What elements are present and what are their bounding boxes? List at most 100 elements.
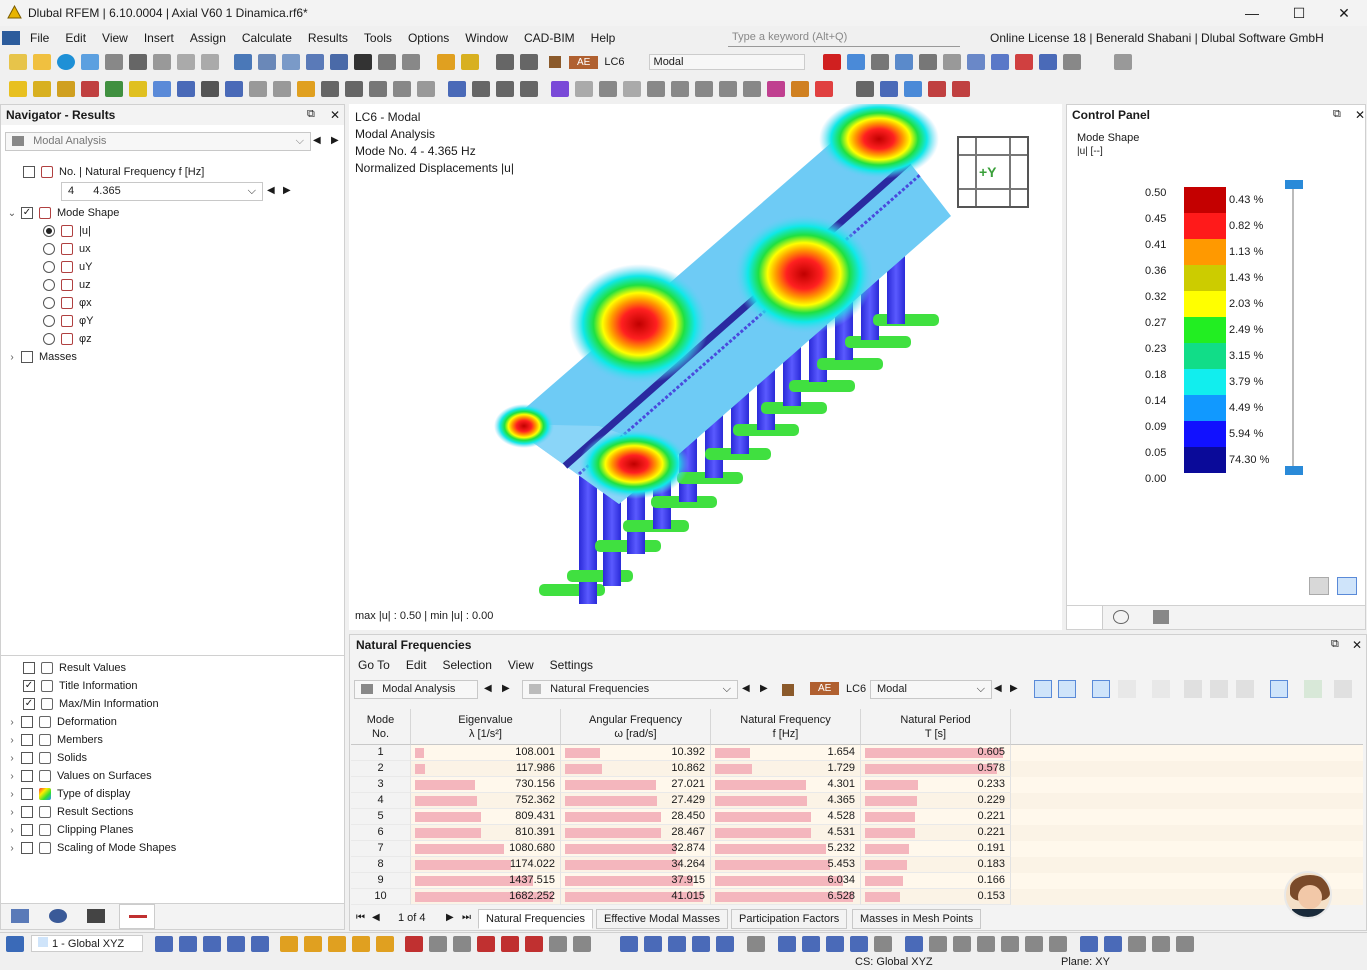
circle-x-icon[interactable] <box>850 935 868 952</box>
center-icon[interactable] <box>880 81 898 97</box>
expand-icon[interactable]: › <box>7 807 17 818</box>
app-menu-icon[interactable] <box>2 31 20 45</box>
navigator-combo[interactable]: Modal Analysis ⌵ <box>5 132 311 151</box>
menu-insert[interactable]: Insert <box>136 31 182 45</box>
table-cell[interactable]: 4.528 <box>711 809 861 825</box>
col-header-mode[interactable]: Mode No. <box>351 709 411 745</box>
eye-icon[interactable] <box>1092 680 1110 698</box>
col-header-eigenvalue[interactable]: Eigenvalue λ [1/s²] <box>411 709 561 745</box>
x-box-icon[interactable] <box>874 935 892 952</box>
checkbox[interactable] <box>21 842 33 854</box>
shape-option-phiy[interactable]: φY <box>43 312 93 330</box>
box-icon[interactable] <box>201 81 219 97</box>
table-cell[interactable]: 5 <box>351 809 411 825</box>
table-row[interactable]: 2 117.986 10.862 1.729 0.578 <box>351 761 1363 777</box>
table-cell[interactable]: 1.729 <box>711 761 861 777</box>
mode-prev-icon[interactable]: ◀ <box>267 185 275 196</box>
expand-icon[interactable]: › <box>7 843 17 854</box>
table-row[interactable]: 9 1437.515 37.915 6.034 0.166 <box>351 873 1363 889</box>
web-services-icon[interactable] <box>81 54 99 70</box>
table-cell[interactable]: 1080.680 <box>411 841 561 857</box>
prev-table-icon[interactable]: ◀ <box>742 683 750 694</box>
first-page-icon[interactable]: ⏮ <box>356 912 365 923</box>
table-cell[interactable]: 810.391 <box>411 825 561 841</box>
relation-icon[interactable] <box>743 81 761 97</box>
next-page-icon[interactable]: ▶ <box>446 912 454 923</box>
table-row[interactable]: 8 1174.022 34.264 5.453 0.183 <box>351 857 1363 873</box>
model-viewport[interactable]: LC6 - Modal Modal Analysis Mode No. 4 - … <box>349 104 1062 630</box>
radio-button[interactable] <box>43 225 55 237</box>
cross2-icon[interactable] <box>952 81 970 97</box>
table-cell[interactable]: 5.232 <box>711 841 861 857</box>
table-cell[interactable]: 3 <box>351 777 411 793</box>
snap-surface-icon[interactable] <box>251 935 269 952</box>
table-cell[interactable]: 0.229 <box>861 793 1011 809</box>
table-import-icon[interactable] <box>1210 680 1228 698</box>
results-analysis-select[interactable]: Modal Analysis <box>354 680 478 699</box>
search-input[interactable]: Type a keyword (Alt+Q) <box>728 29 960 47</box>
results-menu-selection[interactable]: Selection <box>435 658 500 676</box>
radio-button[interactable] <box>43 243 55 255</box>
bar-view-icon[interactable] <box>1152 935 1170 952</box>
measure-icon[interactable] <box>719 81 737 97</box>
table-export-icon[interactable] <box>1184 680 1202 698</box>
last-page-icon[interactable]: ⏭ <box>462 912 471 923</box>
opening-icon[interactable] <box>177 81 195 97</box>
slash-icon[interactable] <box>929 935 947 952</box>
table-cell[interactable]: 10.862 <box>561 761 711 777</box>
results-table-select[interactable]: Natural Frequencies ⌵ <box>522 680 738 699</box>
display-item[interactable]: › Solids <box>7 749 87 767</box>
members-icon[interactable] <box>1152 680 1170 698</box>
table-cell[interactable]: 0.166 <box>861 873 1011 889</box>
display-item[interactable]: › Members <box>7 731 103 749</box>
radio-button[interactable] <box>43 279 55 291</box>
xxx-red-icon[interactable] <box>1014 54 1033 70</box>
table-cell[interactable]: 27.021 <box>561 777 711 793</box>
display-item[interactable]: › Deformation <box>7 713 117 731</box>
minimize-button[interactable]: — <box>1229 0 1275 26</box>
color-icon[interactable] <box>767 81 785 97</box>
load-icon[interactable] <box>297 81 315 97</box>
pick-icon[interactable] <box>1058 680 1076 698</box>
maximize-button[interactable]: ☐ <box>1276 0 1322 26</box>
guide-icon[interactable] <box>695 81 713 97</box>
legend-list-tab[interactable] <box>1067 606 1103 629</box>
table-row[interactable]: 4 752.362 27.429 4.365 0.229 <box>351 793 1363 809</box>
imposed-icon[interactable] <box>417 81 435 97</box>
legend-settings-icon[interactable] <box>1309 577 1329 595</box>
perpendicular-icon[interactable] <box>977 935 995 952</box>
table-cell[interactable]: 5.453 <box>711 857 861 873</box>
table-cell[interactable]: 6.034 <box>711 873 861 889</box>
mode-next-icon[interactable]: ▶ <box>283 185 291 196</box>
display-item[interactable]: › Scaling of Mode Shapes <box>7 839 176 857</box>
line-icon[interactable] <box>33 81 51 97</box>
table-cell[interactable]: 27.429 <box>561 793 711 809</box>
square-snap-icon[interactable] <box>826 935 844 952</box>
paint-icon[interactable] <box>815 81 833 97</box>
line-load-icon[interactable] <box>345 81 363 97</box>
next-arrow-icon[interactable]: ▶ <box>331 135 339 146</box>
draw-spline-icon[interactable] <box>525 935 543 952</box>
menu-help[interactable]: Help <box>583 31 624 45</box>
table-cell[interactable]: 1682.252 <box>411 889 561 905</box>
select-object-icon[interactable] <box>1034 680 1052 698</box>
ortho-icon[interactable] <box>668 935 686 952</box>
member-load-icon[interactable] <box>321 81 339 97</box>
curve-icon[interactable] <box>551 81 569 97</box>
solid-icon[interactable] <box>153 81 171 97</box>
pin-panel-icon[interactable]: ⧉ <box>307 108 315 121</box>
snap-perp-icon[interactable] <box>352 935 370 952</box>
pin-icon[interactable] <box>791 81 809 97</box>
expand-icon[interactable]: › <box>7 735 17 746</box>
table-cell[interactable]: 730.156 <box>411 777 561 793</box>
table-cell[interactable]: 10 <box>351 889 411 905</box>
pin-panel-icon[interactable]: ⧉ <box>1331 638 1339 651</box>
table-cell[interactable]: 809.431 <box>411 809 561 825</box>
radio-button[interactable] <box>43 315 55 327</box>
table-row[interactable]: 3 730.156 27.021 4.301 0.233 <box>351 777 1363 793</box>
draw-line-icon[interactable] <box>405 935 423 952</box>
line-snap-icon[interactable] <box>1049 935 1067 952</box>
explode-icon[interactable] <box>904 81 922 97</box>
snap-member-icon[interactable] <box>227 935 245 952</box>
data-tab-icon[interactable] <box>11 909 29 923</box>
